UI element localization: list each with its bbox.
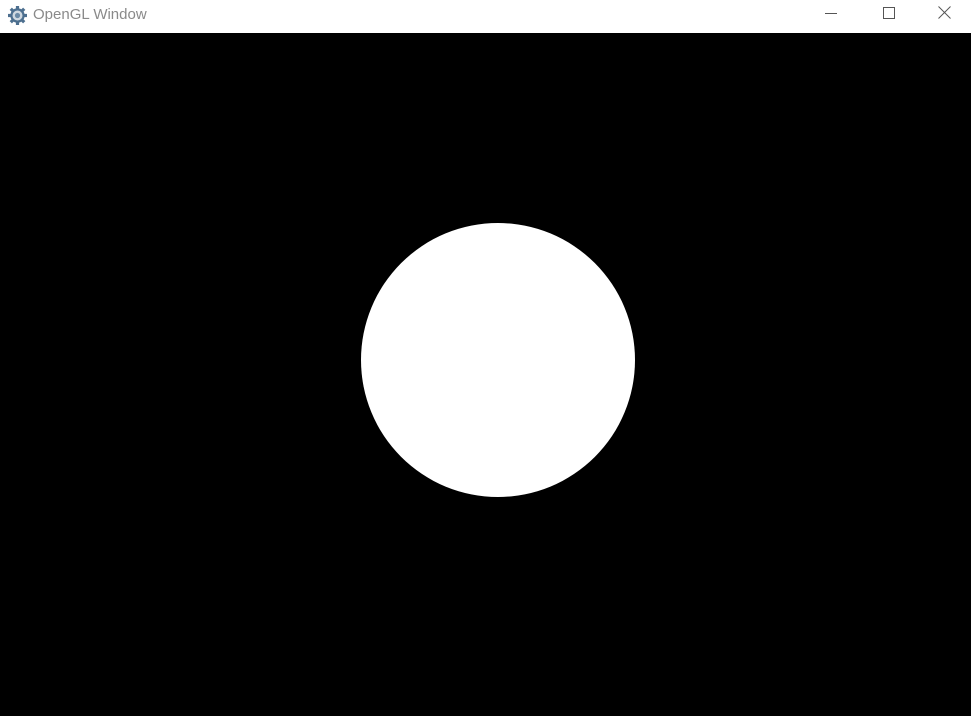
opengl-window: OpenGL Window xyxy=(0,0,971,716)
title-bar[interactable]: OpenGL Window xyxy=(0,0,971,33)
minimize-icon xyxy=(825,6,837,24)
close-icon xyxy=(938,6,951,24)
scene-svg xyxy=(0,33,971,716)
maximize-button[interactable] xyxy=(860,0,918,30)
window-title: OpenGL Window xyxy=(33,6,147,23)
close-button[interactable] xyxy=(918,0,971,30)
white-circle xyxy=(361,223,635,497)
minimize-button[interactable] xyxy=(802,0,860,30)
maximize-icon xyxy=(883,6,895,24)
gear-icon xyxy=(8,6,27,25)
render-canvas[interactable] xyxy=(0,33,971,716)
